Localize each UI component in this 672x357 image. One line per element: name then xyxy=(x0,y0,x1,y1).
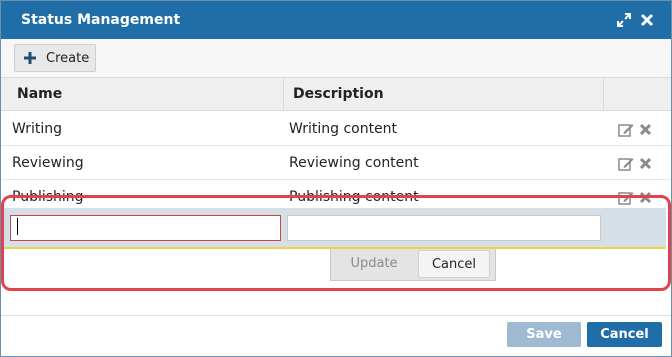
table-row[interactable]: Reviewing Reviewing content xyxy=(1,146,671,180)
edit-icon[interactable] xyxy=(618,122,634,137)
inline-edit-row xyxy=(3,208,666,247)
save-button[interactable]: Save xyxy=(507,322,581,347)
description-input[interactable] xyxy=(287,215,601,241)
row-description-cell: Writing content xyxy=(289,121,398,137)
update-button[interactable]: Update xyxy=(336,250,412,278)
edit-icon[interactable] xyxy=(618,156,634,171)
cancel-edit-button[interactable]: Cancel xyxy=(418,250,490,278)
table-row[interactable]: Writing Writing content xyxy=(1,112,671,146)
column-header-description[interactable]: Description xyxy=(293,78,384,110)
text-cursor xyxy=(17,218,18,235)
grid-header: Name Description xyxy=(1,77,671,111)
grid-toolbar: Create xyxy=(1,39,671,77)
create-label: Create xyxy=(46,51,90,66)
delete-icon[interactable] xyxy=(639,157,652,170)
row-description-cell: Reviewing content xyxy=(289,155,419,171)
footer-divider xyxy=(1,315,671,316)
create-button[interactable]: Create xyxy=(14,44,96,72)
row-name-cell: Reviewing xyxy=(12,155,84,171)
row-edit-actions: Update Cancel xyxy=(330,249,496,281)
plus-icon xyxy=(24,52,36,64)
close-x-icon[interactable] xyxy=(639,12,655,28)
column-divider[interactable] xyxy=(603,78,604,110)
edit-icon[interactable] xyxy=(618,190,634,205)
cancel-button[interactable]: Cancel xyxy=(587,322,662,347)
delete-icon[interactable] xyxy=(639,191,652,204)
row-name-cell: Writing xyxy=(12,121,62,137)
delete-icon[interactable] xyxy=(639,123,652,136)
dialog-title: Status Management xyxy=(21,12,181,28)
status-management-dialog: Status Management Create Name Descriptio… xyxy=(0,0,672,357)
column-divider[interactable] xyxy=(283,78,284,110)
name-input[interactable] xyxy=(10,215,281,241)
dialog-titlebar: Status Management xyxy=(1,1,671,39)
expand-arrows-icon[interactable] xyxy=(616,12,632,28)
column-header-name[interactable]: Name xyxy=(17,78,62,110)
